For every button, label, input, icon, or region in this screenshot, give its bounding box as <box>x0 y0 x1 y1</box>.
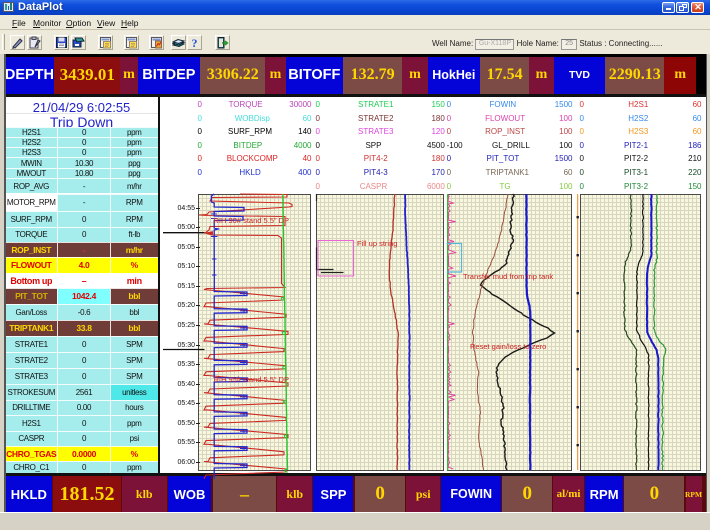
svg-text:?: ? <box>192 36 198 49</box>
